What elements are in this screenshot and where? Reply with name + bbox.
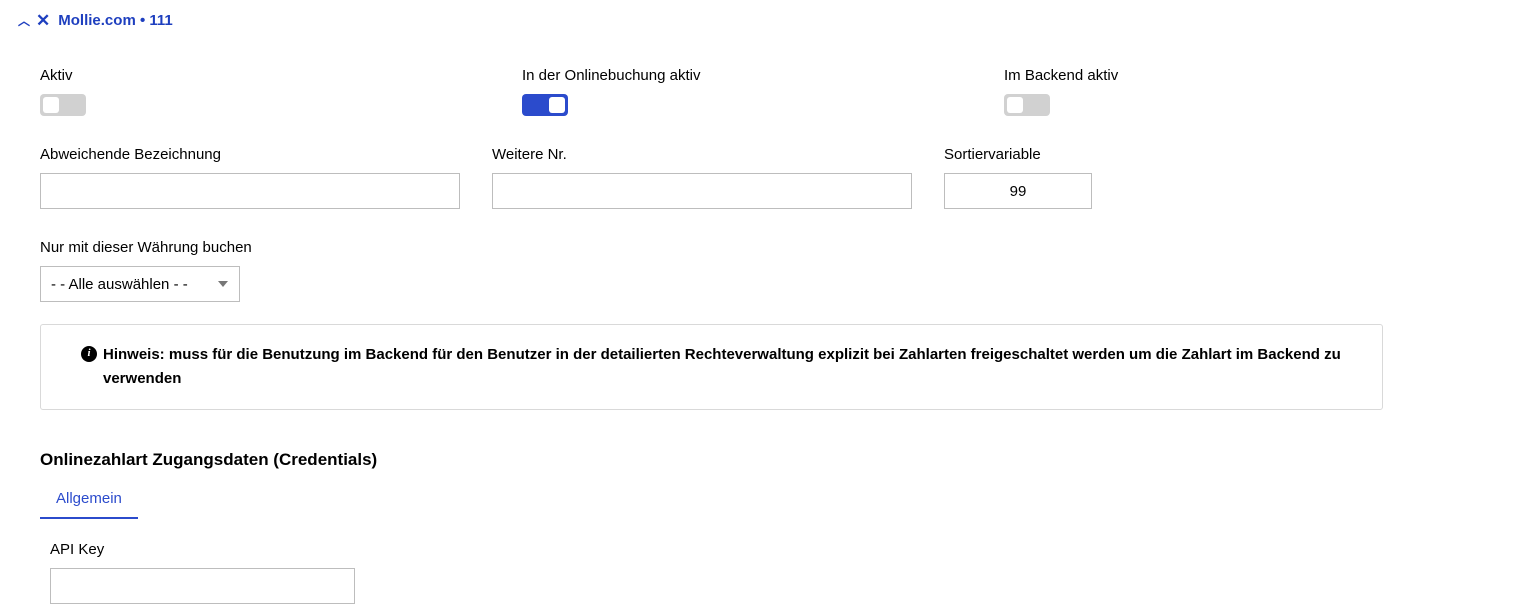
label-online-aktiv: In der Onlinebuchung aktiv <box>522 67 974 84</box>
input-weitere-nr[interactable] <box>492 173 912 209</box>
section-header[interactable]: ︿ ✕ Mollie.com • 111 <box>18 12 1499 29</box>
label-backend-aktiv: Im Backend aktiv <box>1004 67 1154 84</box>
close-icon[interactable]: ✕ <box>36 12 50 29</box>
select-waehrung[interactable]: - - Alle auswählen - - <box>40 266 240 302</box>
input-sortiervariable[interactable] <box>944 173 1092 209</box>
info-icon: i <box>81 346 97 362</box>
credentials-tabs: Allgemein <box>40 482 1383 519</box>
credentials-heading: Onlinezahlart Zugangsdaten (Credentials) <box>40 450 1383 470</box>
label-aktiv: Aktiv <box>40 67 492 84</box>
header-title: Mollie.com • 111 <box>58 12 172 29</box>
tab-allgemein[interactable]: Allgemein <box>40 482 138 519</box>
notice-text: Hinweis: muss für die Benutzung im Backe… <box>103 343 1342 391</box>
label-api-key: API Key <box>50 541 1383 558</box>
toggle-backend-aktiv[interactable] <box>1004 94 1050 116</box>
toggle-online-aktiv[interactable] <box>522 94 568 116</box>
input-abweichende-bezeichnung[interactable] <box>40 173 460 209</box>
toggle-aktiv[interactable] <box>40 94 86 116</box>
chevron-up-icon: ︿ <box>18 15 30 27</box>
notice-box: i Hinweis: muss für die Benutzung im Bac… <box>40 324 1383 410</box>
label-sortiervariable: Sortiervariable <box>944 146 1092 163</box>
input-api-key[interactable] <box>50 568 355 604</box>
label-abweichende-bezeichnung: Abweichende Bezeichnung <box>40 146 460 163</box>
label-weitere-nr: Weitere Nr. <box>492 146 912 163</box>
label-waehrung: Nur mit dieser Währung buchen <box>40 239 252 256</box>
